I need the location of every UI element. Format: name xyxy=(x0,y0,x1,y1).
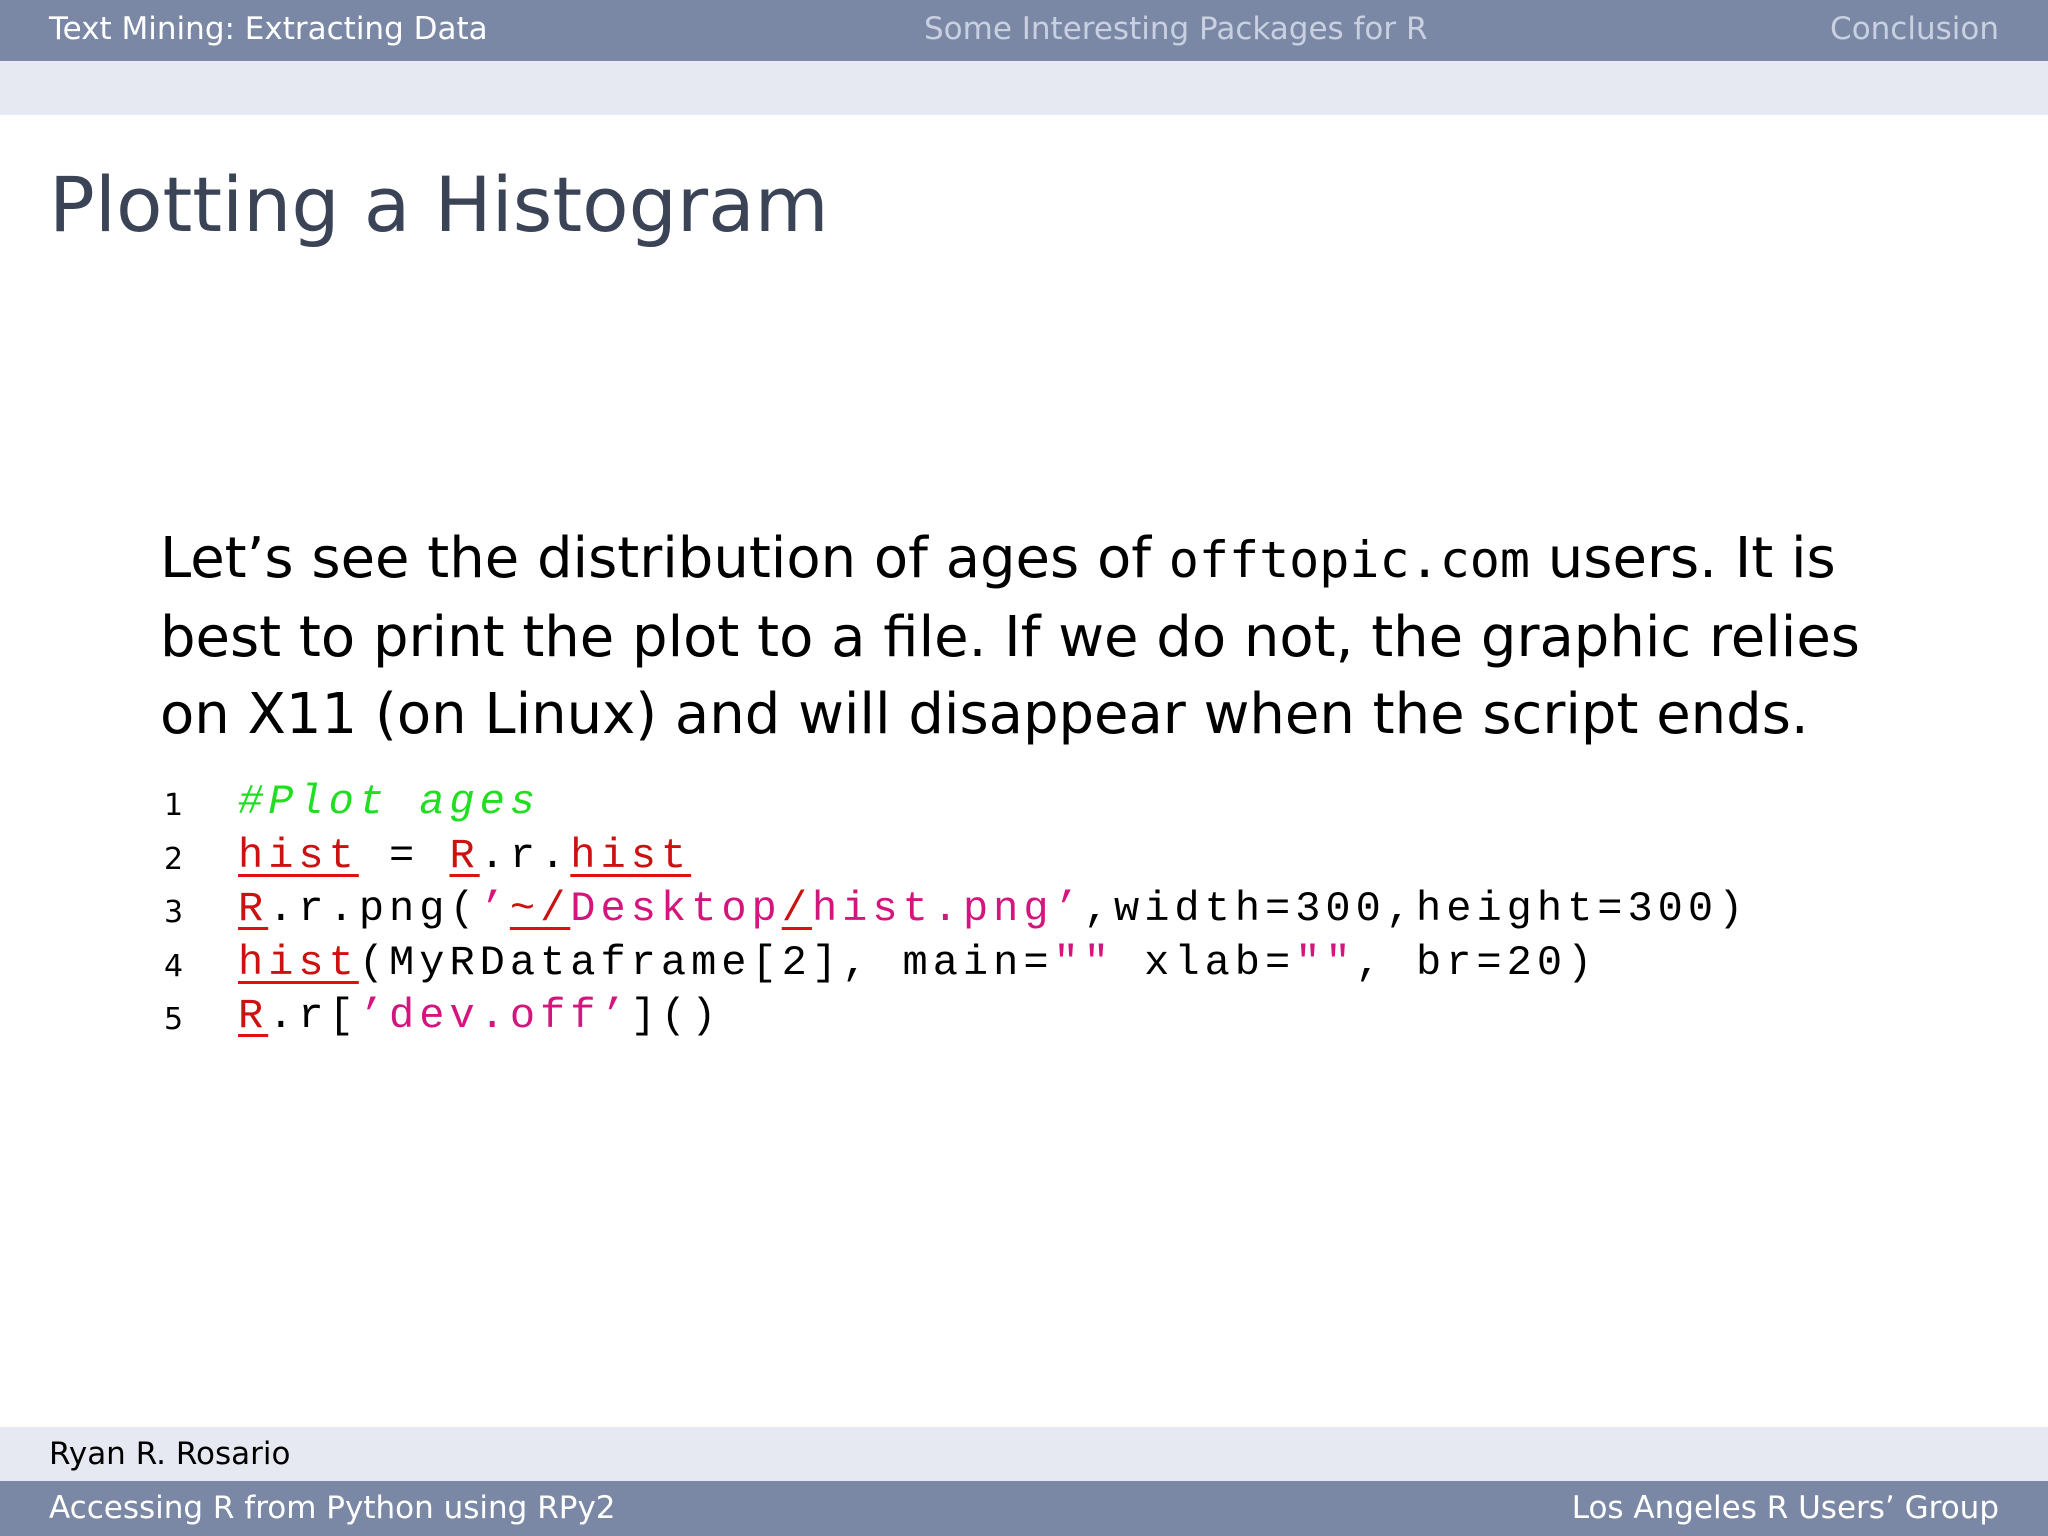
code-string: hist.png’ xyxy=(811,885,1084,933)
line-number: 5 xyxy=(164,1002,184,1037)
code-token: .r[ xyxy=(268,992,359,1040)
code-token: xlab= xyxy=(1113,938,1296,987)
inline-code-domain: offtopic.com xyxy=(1168,531,1530,589)
nav-section-conclusion[interactable]: Conclusion xyxy=(1830,10,1999,48)
code-token: hist xyxy=(238,831,359,880)
code-token: ,width=300,height=300) xyxy=(1083,885,1749,933)
code-string: ’dev.off’ xyxy=(358,992,631,1040)
code-string: "" xyxy=(1053,938,1114,987)
code-token: R xyxy=(238,885,269,933)
code-token: hist xyxy=(238,938,359,987)
code-string: ~/ xyxy=(509,885,571,933)
footer-author: Ryan R. Rosario xyxy=(49,1436,291,1472)
footer-author-bar: Ryan R. Rosario xyxy=(0,1427,2048,1481)
footer-venue: Los Angeles R Users’ Group xyxy=(1571,1490,1999,1526)
line-number: 4 xyxy=(164,948,184,984)
code-token: R xyxy=(238,992,269,1040)
code-string: ’ xyxy=(479,885,510,933)
code-token: (MyRDataframe[2], main= xyxy=(358,938,1054,987)
code-string: "" xyxy=(1295,938,1356,987)
body-text-start: Let’s see the distribution of ages of xyxy=(160,526,1169,591)
code-text: #Plot ages xyxy=(238,778,540,826)
nav-section-text-mining[interactable]: Text Mining: Extracting Data xyxy=(49,10,488,48)
code-token: .r.png( xyxy=(268,885,480,933)
subsection-bar xyxy=(0,61,2048,115)
line-number: 3 xyxy=(164,895,184,930)
code-token: R xyxy=(449,831,480,880)
footer-title-bar: Accessing R from Python using RPy2 Los A… xyxy=(0,1481,2048,1536)
code-text: hist = R.r.hist xyxy=(238,832,691,880)
code-token: , br=20) xyxy=(1355,938,1598,987)
code-string: Desktop xyxy=(570,885,782,933)
section-navigation-bar: Text Mining: Extracting Data Some Intere… xyxy=(0,0,2048,61)
slide-title: Plotting a Histogram xyxy=(49,160,829,249)
code-text: hist(MyRDataframe[2], main="" xlab="", b… xyxy=(238,939,1597,987)
code-token: .r. xyxy=(479,831,571,880)
body-paragraph: Let’s see the distribution of ages of of… xyxy=(160,520,1920,753)
code-comment: #Plot ages xyxy=(238,778,541,826)
code-string: / xyxy=(781,885,812,933)
footer-talk-title: Accessing R from Python using RPy2 xyxy=(49,1490,616,1526)
code-token: ]() xyxy=(630,992,722,1040)
line-number: 2 xyxy=(164,841,184,877)
code-token: hist xyxy=(570,831,692,880)
code-text: R.r.png(’~/Desktop/hist.png’,width=300,h… xyxy=(238,885,1748,933)
nav-section-packages[interactable]: Some Interesting Packages for R xyxy=(924,10,1428,48)
code-token: = xyxy=(358,831,450,880)
code-text: R.r[’dev.off’]() xyxy=(238,992,721,1040)
line-number: 1 xyxy=(164,788,184,823)
slide: Text Mining: Extracting Data Some Intere… xyxy=(0,0,2048,1536)
